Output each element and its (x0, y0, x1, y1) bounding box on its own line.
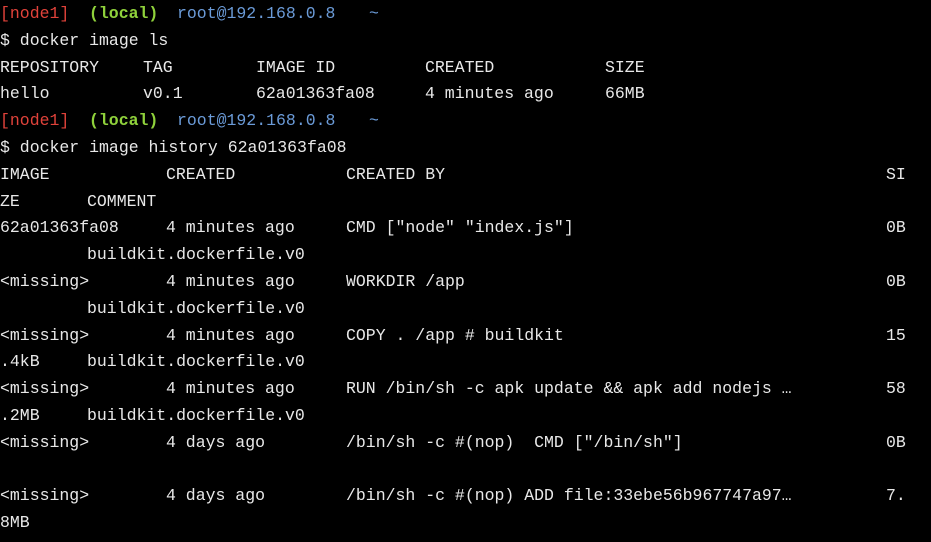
prompt-local: (local) (89, 111, 159, 131)
cell-size-wrap: 8MB (0, 513, 30, 533)
table-row: 62a01363fa08 4 minutes ago CMD ["node" "… (0, 215, 931, 242)
cell-comment: buildkit.dockerfile.v0 (87, 405, 305, 425)
cell-size-wrap: .2MB (0, 405, 40, 425)
cell-image: <missing> (0, 486, 90, 506)
prompt-host: root@192.168.0.8 (177, 111, 336, 131)
cell-created: 4 minutes ago (166, 271, 295, 291)
prompt-local: (local) (89, 4, 159, 23)
cell-comment: buildkit.dockerfile.v0 (87, 245, 305, 265)
cell-size: 0B (886, 218, 906, 238)
cell-created-by: RUN /bin/sh -c apk update && apk add nod… (346, 379, 792, 399)
column-header-created-by: CREATED BY (346, 164, 446, 184)
cell-created: 4 minutes ago (166, 379, 295, 399)
table-row: <missing> 4 days ago /bin/sh -c #(nop) C… (0, 430, 931, 457)
column-header-size: SI (886, 164, 906, 184)
cell-created-by: COPY . /app # buildkit (346, 325, 564, 345)
table-row-wrap: 8MB (0, 510, 931, 537)
cell-created-by: /bin/sh -c #(nop) ADD file:33ebe56b96774… (346, 486, 792, 506)
history-header-wrap: ZE COMMENT (0, 189, 931, 216)
cell-comment: buildkit.dockerfile.v0 (87, 352, 305, 372)
cell-tag: v0.1 (143, 84, 183, 104)
cell-size: 66MB (605, 84, 645, 104)
table-row: <missing> 4 minutes ago COPY . /app # bu… (0, 323, 931, 350)
cell-size: 15 (886, 325, 906, 345)
cell-created: 4 minutes ago (425, 84, 554, 104)
cell-image: <missing> (0, 379, 90, 399)
cell-created: 4 minutes ago (166, 325, 295, 345)
command-text: $ docker image ls (0, 30, 169, 50)
prompt-path: ~ (369, 4, 379, 23)
table-row: hello v0.1 62a01363fa08 4 minutes ago 66… (0, 81, 931, 108)
cell-image: <missing> (0, 432, 90, 452)
command-line: $ docker image history 62a01363fa08 (0, 135, 931, 162)
cell-size-wrap: .4kB (0, 352, 40, 372)
cell-size: 7. (886, 486, 906, 506)
prompt-node: [node1] (0, 111, 70, 131)
cell-created: 4 minutes ago (166, 218, 295, 238)
table-header: REPOSITORY TAG IMAGE ID CREATED SIZE (0, 55, 931, 82)
cell-created-by: WORKDIR /app (346, 271, 465, 291)
cell-created-by: /bin/sh -c #(nop) CMD ["/bin/sh"] (346, 432, 683, 452)
cell-created-by: CMD ["node" "index.js"] (346, 218, 574, 238)
column-header-comment: COMMENT (87, 191, 157, 211)
table-row-wrap: .2MB buildkit.dockerfile.v0 (0, 403, 931, 430)
cell-created: 4 days ago (166, 486, 266, 506)
column-header-created: CREATED (425, 57, 495, 77)
prompt-line: [node1] (local) root@192.168.0.8 ~ (0, 1, 931, 28)
cell-image: <missing> (0, 325, 90, 345)
table-row: <missing> 4 minutes ago WORKDIR /app 0B (0, 269, 931, 296)
cell-created: 4 days ago (166, 432, 266, 452)
cell-image-id: 62a01363fa08 (256, 84, 375, 104)
table-row-wrap: .4kB buildkit.dockerfile.v0 (0, 349, 931, 376)
table-row: <missing> 4 days ago /bin/sh -c #(nop) A… (0, 483, 931, 510)
column-header-size-wrap: ZE (0, 191, 20, 211)
table-row: <missing> 4 minutes ago RUN /bin/sh -c a… (0, 376, 931, 403)
terminal-window[interactable]: [node1] (local) root@192.168.0.8 ~ $ doc… (0, 0, 931, 542)
prompt-line: [node1] (local) root@192.168.0.8 ~ (0, 108, 931, 135)
prompt-path: ~ (369, 111, 379, 131)
cell-repository: hello (0, 84, 50, 104)
column-header-image-id: IMAGE ID (256, 57, 336, 77)
table-row-wrap: buildkit.dockerfile.v0 (0, 242, 931, 269)
column-header-created: CREATED (166, 164, 236, 184)
cell-size: 0B (886, 432, 906, 452)
column-header-tag: TAG (143, 57, 173, 77)
command-line: $ docker image ls (0, 28, 931, 55)
history-header: IMAGE CREATED CREATED BY SI (0, 162, 931, 189)
column-header-image: IMAGE (0, 164, 50, 184)
prompt-node: [node1] (0, 4, 70, 23)
column-header-repository: REPOSITORY (0, 57, 100, 77)
cell-size: 0B (886, 271, 906, 291)
cell-image: <missing> (0, 271, 90, 291)
column-header-size: SIZE (605, 57, 645, 77)
cell-comment: buildkit.dockerfile.v0 (87, 298, 305, 318)
cell-size: 58 (886, 379, 906, 399)
command-text: $ docker image history 62a01363fa08 (0, 137, 347, 157)
prompt-host: root@192.168.0.8 (177, 4, 336, 23)
table-row-wrap (0, 457, 931, 484)
table-row-wrap: buildkit.dockerfile.v0 (0, 296, 931, 323)
cell-image: 62a01363fa08 (0, 218, 119, 238)
